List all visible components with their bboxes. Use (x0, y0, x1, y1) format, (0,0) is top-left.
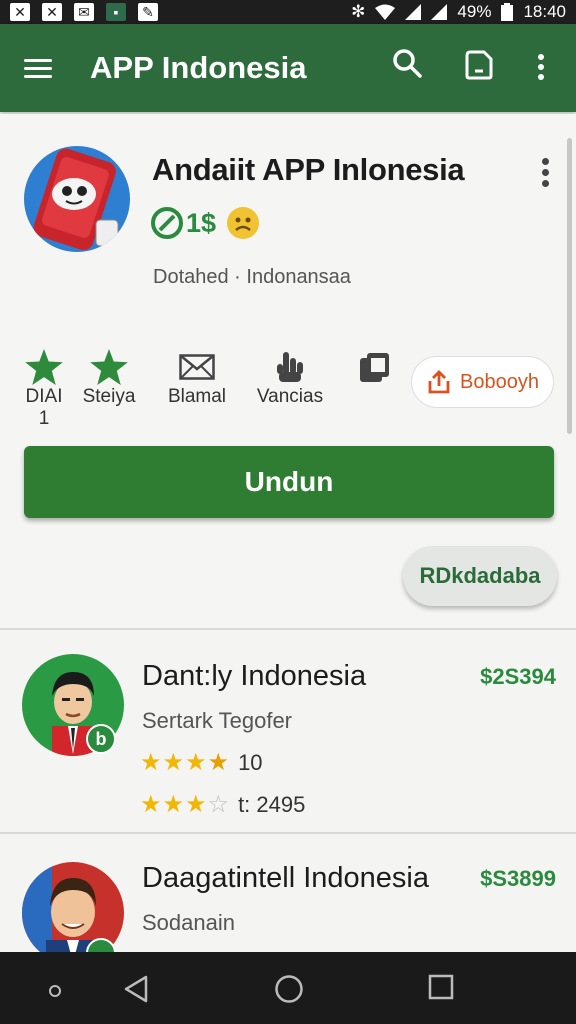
stat-label: DIAI 1 (25, 386, 63, 429)
nav-dot-icon[interactable] (48, 984, 62, 998)
overflow-menu-icon[interactable] (538, 54, 544, 80)
battery-percent: 49% (457, 2, 492, 21)
stat-label: Blamal (167, 386, 227, 407)
item-title: Daagatintell Indonesia (142, 862, 429, 894)
scrollbar[interactable] (567, 138, 572, 434)
share-icon (428, 370, 450, 394)
install-button[interactable]: Undun (24, 446, 554, 518)
rating-count: t: 2495 (238, 792, 306, 817)
star-half-icon: ★ (207, 749, 230, 776)
item-rating: ★ ★ ★ ★ 10 (140, 750, 263, 776)
clipboard-icon (360, 353, 389, 382)
home-icon[interactable] (274, 974, 304, 1004)
avatar (22, 862, 124, 952)
price-row: 1$ (150, 206, 260, 240)
item-price: $S3899 (480, 866, 556, 891)
rating-count: 10 (238, 750, 263, 775)
search-icon[interactable] (392, 48, 422, 78)
star-icon: ★ (185, 791, 207, 818)
leaf-icon (151, 207, 183, 239)
star-icon: ★ (140, 791, 162, 818)
notification-edit-icon: ✎ (138, 3, 158, 21)
app-meta: Dotahed · Indonansaa (153, 266, 351, 288)
signal-icon-2 (431, 4, 448, 20)
bluetooth-icon: ✻ (351, 2, 366, 21)
app-price: 1$ (186, 207, 217, 238)
battery-icon (501, 3, 514, 21)
app-options-icon[interactable] (542, 158, 549, 187)
share-label: Bobooyh (460, 370, 539, 393)
item-rating-secondary: ★ ★ ★ ☆ t: 2495 (140, 792, 305, 818)
stat-rating-1[interactable]: DIAI 1 (18, 348, 70, 430)
star-icon: ★ (162, 791, 185, 818)
list-item[interactable]: b Dant:ly Indonesia $2S394 Sertark Tegof… (0, 632, 576, 832)
item-subtitle: Sertark Tegofer (142, 708, 293, 733)
mail-icon (179, 354, 215, 380)
item-price: $2S394 (480, 664, 556, 689)
item-title: Dant:ly Indonesia (142, 660, 367, 692)
back-icon[interactable] (122, 974, 150, 1004)
price-badge: 1$ (150, 206, 216, 240)
system-nav-bar (0, 952, 576, 1024)
star-empty-icon: ☆ (207, 791, 230, 818)
stat-hand[interactable]: Vancias (254, 348, 326, 408)
list-item[interactable]: Daagatintell Indonesia $S3899 Sodanain (0, 834, 576, 952)
star-icon: ★ (162, 749, 185, 776)
section-divider (0, 628, 576, 630)
stat-mail[interactable]: Blamal (162, 348, 232, 408)
app-name: Andaiit APP Inlonesia (152, 152, 465, 187)
notification-cross-icon: ✕ (42, 3, 62, 21)
secondary-chip-button[interactable]: RDkdadaba (403, 546, 557, 606)
app-icon (24, 146, 130, 252)
stat-label: Vancias (256, 386, 324, 407)
recents-icon[interactable] (428, 974, 454, 1000)
stat-rating-2[interactable]: Steiya (78, 348, 140, 408)
notification-mail-icon: ✉ (74, 3, 94, 21)
emoji-badge-icon (227, 207, 260, 239)
stat-label: Steiya (82, 386, 136, 407)
star-icon (25, 349, 63, 385)
status-bar: ✕ ✕ ✉ ▪ ✎ ✻ 49% 18:40 (0, 0, 576, 24)
notification-icons: ✕ ✕ ✉ ▪ ✎ (10, 3, 158, 21)
star-icon: ★ (140, 749, 162, 776)
signal-icon (405, 4, 422, 20)
item-subtitle: Sodanain (142, 910, 235, 935)
notification-x-icon: ✕ (10, 3, 30, 21)
star-icon (90, 349, 128, 385)
wifi-icon (375, 4, 396, 20)
menu-icon[interactable] (24, 58, 64, 78)
library-icon[interactable] (464, 48, 494, 80)
avatar-badge: b (86, 724, 116, 754)
hand-icon (277, 352, 303, 382)
notification-app-icon: ▪ (106, 3, 126, 21)
app-detail-card: Andaiit APP Inlonesia 1$ Dotahed · Indon… (0, 114, 576, 628)
app-bar-title: APP Indonesia (90, 50, 307, 85)
stat-clipboard[interactable] (352, 348, 396, 386)
share-button[interactable]: Bobooyh (411, 356, 554, 408)
clock: 18:40 (523, 2, 566, 21)
app-bar: APP Indonesia (0, 24, 576, 112)
star-icon: ★ (185, 749, 207, 776)
